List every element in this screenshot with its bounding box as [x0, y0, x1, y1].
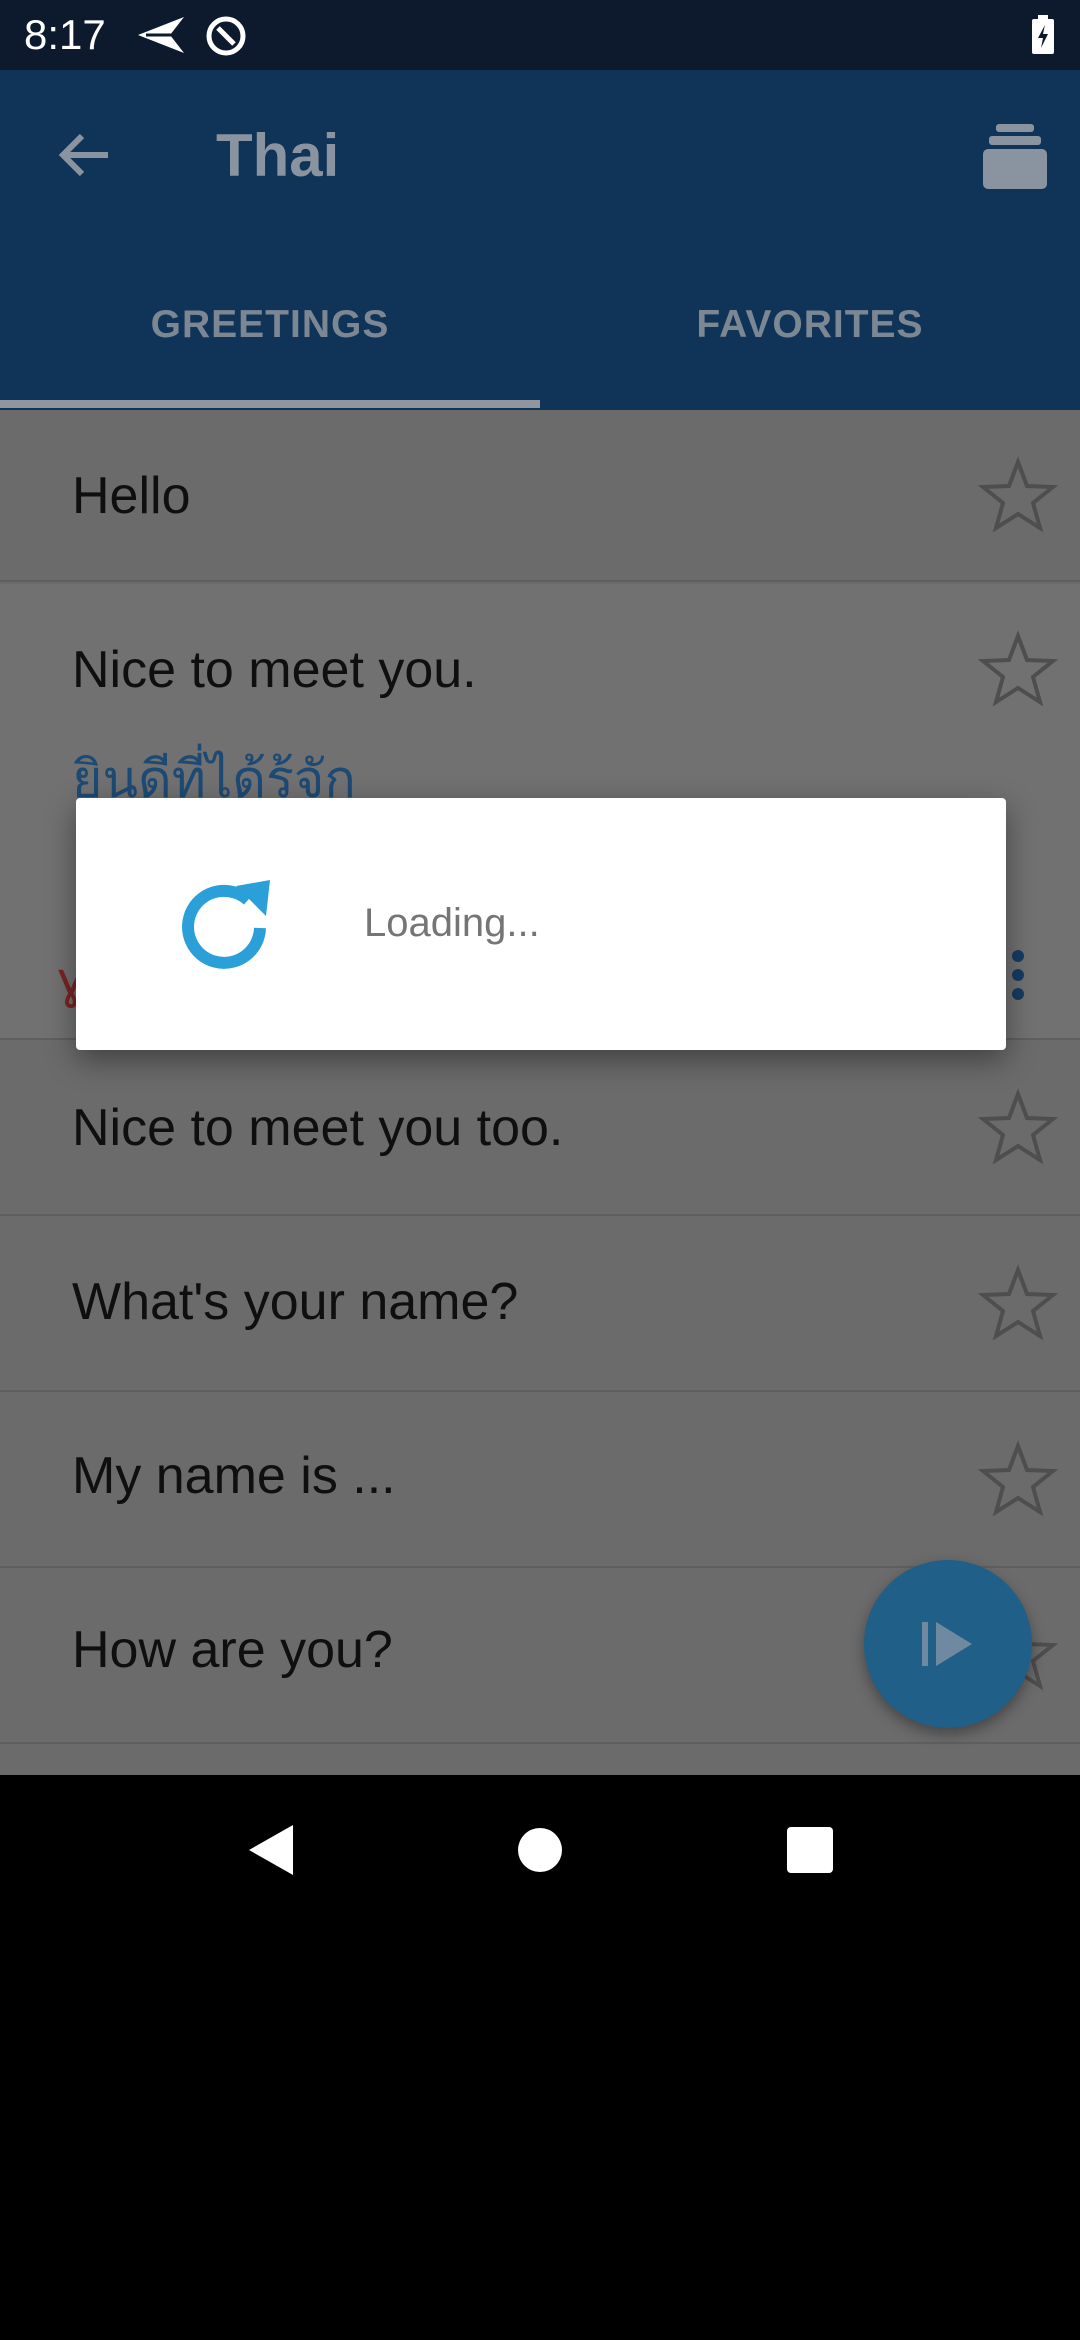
list-item[interactable]: Hello [0, 410, 1080, 582]
nav-home-icon[interactable] [505, 1815, 575, 1885]
phrase-text: Hello [72, 467, 191, 525]
star-icon[interactable] [978, 630, 1058, 710]
phrase-text: What's your name? [72, 1273, 519, 1331]
navigation-arrow-icon [138, 17, 184, 53]
play-all-button[interactable] [864, 1560, 1032, 1728]
star-icon[interactable] [978, 1264, 1058, 1344]
list-item[interactable]: Nice to meet you too. [0, 1042, 1080, 1216]
list-item[interactable]: My name is ... [0, 1394, 1080, 1568]
more-options-icon[interactable] [1012, 950, 1026, 1007]
phrase-text: Nice to meet you too. [72, 1099, 564, 1157]
star-icon[interactable] [978, 456, 1058, 536]
star-icon[interactable] [978, 1440, 1058, 1520]
data-saver-icon [206, 16, 246, 56]
page-title: Thai [216, 122, 340, 189]
battery-charging-icon [1032, 15, 1054, 54]
phrase-text: My name is ... [72, 1447, 396, 1505]
loading-message: Loading... [364, 901, 540, 945]
tab-indicator [0, 400, 540, 408]
loading-dialog: Loading... [76, 798, 1006, 1050]
list-item[interactable]: What's your name? [0, 1218, 1080, 1392]
nav-recents-icon[interactable] [775, 1815, 845, 1885]
phrase-text: Nice to meet you. [72, 641, 477, 699]
phrase-text: How are you? [72, 1621, 393, 1679]
star-icon[interactable] [978, 1088, 1058, 1168]
stack-menu-icon[interactable] [980, 118, 1050, 198]
nav-back-icon[interactable] [235, 1815, 305, 1885]
status-time: 8:17 [24, 11, 106, 58]
refresh-icon [182, 880, 270, 969]
tab-greetings[interactable]: GREETINGS [0, 290, 540, 360]
system-nav-bar [0, 1775, 1080, 1920]
back-arrow-icon[interactable] [50, 120, 120, 190]
status-bar: 8:17 [0, 0, 1080, 70]
tab-favorites[interactable]: FAVORITES [540, 290, 1080, 360]
play-icon [922, 1622, 972, 1666]
